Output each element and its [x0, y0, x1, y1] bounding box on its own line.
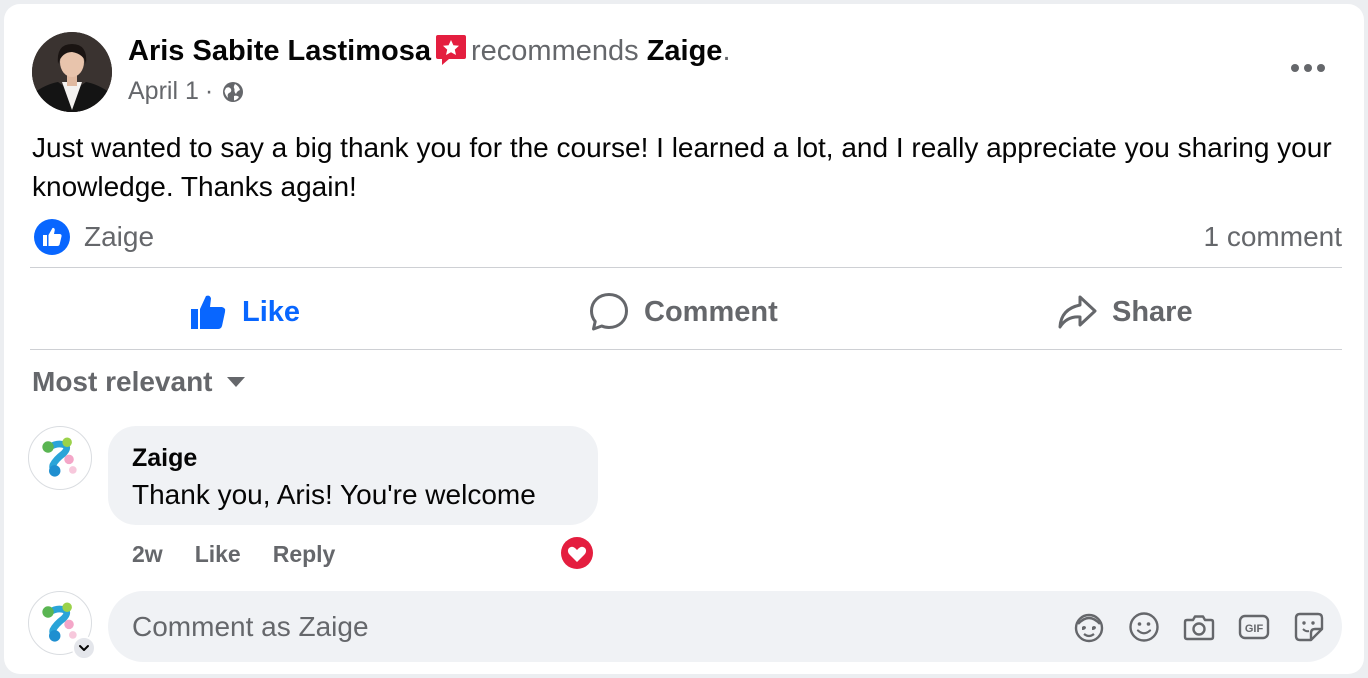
globe-icon[interactable]: [221, 79, 245, 103]
like-button[interactable]: Like: [188, 286, 300, 338]
post-header: Aris Sabite Lastimosa recommends Zaige.: [128, 32, 731, 70]
comment-time[interactable]: 2w: [132, 538, 163, 570]
comment-reply-button[interactable]: Reply: [273, 538, 336, 570]
comment-actions: 2w Like Reply: [132, 538, 367, 570]
comment-sort-dropdown[interactable]: Most relevant: [32, 362, 245, 402]
sort-label: Most relevant: [32, 366, 213, 397]
divider-bottom: [30, 349, 1342, 350]
header-period: .: [722, 35, 731, 67]
author-name[interactable]: Aris Sabite Lastimosa: [128, 35, 431, 67]
more-icon: [1291, 64, 1325, 72]
chevron-down-icon: [79, 645, 89, 651]
page-name-link[interactable]: Zaige: [647, 35, 723, 67]
comment-text: Thank you, Aris! You're welcome: [132, 479, 536, 510]
svg-text:GIF: GIF: [1245, 623, 1264, 635]
recommend-icon: [435, 33, 467, 67]
like-reaction-icon[interactable]: [34, 219, 70, 255]
reactor-name[interactable]: Zaige: [84, 218, 154, 256]
gif-icon[interactable]: GIF: [1237, 610, 1271, 644]
emoji-icon[interactable]: [1127, 610, 1161, 644]
camera-icon[interactable]: [1182, 610, 1216, 644]
sticker-icon[interactable]: [1292, 610, 1326, 644]
divider-top: [30, 267, 1342, 268]
thumbs-up-icon: [191, 295, 226, 329]
more-options-button[interactable]: [1284, 50, 1332, 86]
account-switcher-button[interactable]: [72, 636, 96, 660]
post-body: Just wanted to say a big thank you for t…: [32, 132, 1332, 202]
comment-like-button[interactable]: Like: [195, 538, 241, 570]
comment-label: Comment: [644, 295, 778, 328]
like-label: Like: [242, 295, 301, 328]
zaige-logo-icon: [42, 437, 77, 477]
composer-tools: GIF: [1051, 610, 1326, 644]
comment-bubble: Zaige Thank you, Aris! You're welcome: [108, 426, 598, 525]
share-arrow-icon: [1058, 295, 1097, 329]
recommends-text: recommends: [471, 35, 639, 67]
comment-bubble-icon: [590, 293, 628, 331]
share-button[interactable]: Share: [1056, 286, 1193, 338]
comment-button[interactable]: Comment: [588, 286, 778, 338]
commenter-avatar[interactable]: [28, 426, 92, 490]
comment-input[interactable]: [132, 591, 1032, 662]
comment-count-link[interactable]: 1 comment: [1204, 218, 1343, 256]
reaction-summary: Zaige 1 comment: [32, 216, 1342, 258]
comment-author[interactable]: Zaige: [132, 442, 197, 474]
author-avatar[interactable]: [32, 32, 112, 112]
post-date[interactable]: April 1: [128, 74, 199, 108]
caret-down-icon: [226, 377, 245, 387]
post-card: Aris Sabite Lastimosa recommends Zaige. A…: [4, 4, 1364, 674]
heart-icon[interactable]: [558, 534, 596, 572]
post-meta: April 1 ·: [128, 74, 245, 108]
share-label: Share: [1112, 295, 1193, 328]
meta-separator: ·: [204, 77, 214, 105]
avatar-sticker-icon[interactable]: [1072, 610, 1106, 644]
comment-composer: GIF: [108, 591, 1342, 662]
